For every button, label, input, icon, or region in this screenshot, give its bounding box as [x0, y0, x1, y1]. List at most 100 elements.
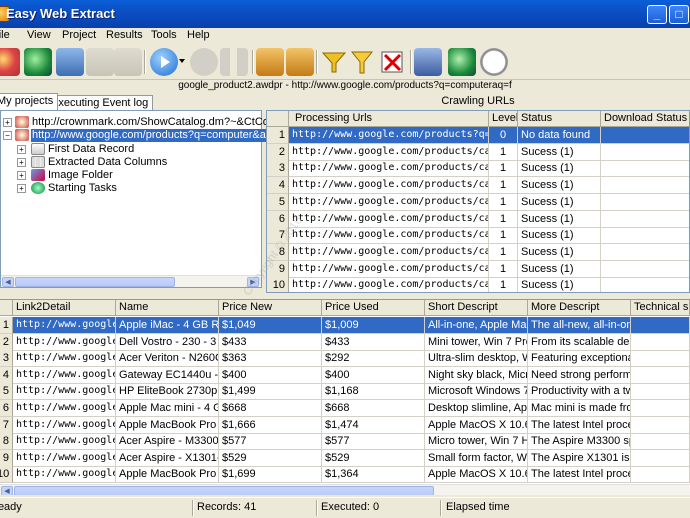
- crawl-cell-level[interactable]: 1: [489, 143, 518, 161]
- result-cell-row-number[interactable]: 4: [0, 366, 13, 384]
- result-cell-more-descript[interactable]: Need strong performanc: [528, 366, 631, 384]
- result-cell-price-used[interactable]: $1,474: [322, 416, 425, 434]
- menu-help[interactable]: Help: [187, 29, 210, 41]
- crawl-cell-status[interactable]: Sucess (1): [518, 160, 601, 178]
- play-icon[interactable]: [150, 48, 178, 76]
- result-cell-link2detail[interactable]: http://www.google.c: [13, 383, 116, 401]
- result-cell-price-used[interactable]: $400: [322, 366, 425, 384]
- col-header-status[interactable]: Status: [518, 111, 601, 127]
- result-cell-more-descript[interactable]: The latest Intel processo: [528, 466, 631, 484]
- result-cell-price-new[interactable]: $363: [219, 350, 322, 368]
- crawl-cell-processing-url[interactable]: http://www.google.com/products/catalog?: [289, 177, 489, 195]
- menu-view[interactable]: View: [27, 29, 51, 41]
- result-cell-link2detail[interactable]: http://www.google.c: [13, 433, 116, 451]
- collapse-icon[interactable]: −: [3, 131, 12, 140]
- result-cell-more-descript[interactable]: Productivity with a twist,: [528, 383, 631, 401]
- crawl-cell-download-status[interactable]: [601, 144, 689, 161]
- result-cell-technical-spec[interactable]: [631, 433, 690, 451]
- crawl-cell-row-number[interactable]: 7: [267, 227, 289, 245]
- crawl-cell-processing-url[interactable]: http://www.google.com/products/catalog?: [289, 160, 489, 178]
- crawl-cell-download-status[interactable]: [601, 244, 689, 261]
- col-header-short-descript[interactable]: Short Descript: [425, 300, 528, 316]
- result-cell-link2detail[interactable]: http://www.google.c: [13, 317, 116, 334]
- crawl-cell-status[interactable]: Sucess (1): [518, 227, 601, 245]
- menu-results[interactable]: Results: [106, 29, 143, 41]
- result-cell-technical-spec[interactable]: [631, 350, 690, 368]
- col-header-name[interactable]: Name: [116, 300, 219, 316]
- tab-my-projects[interactable]: My projects: [0, 93, 59, 110]
- result-cell-technical-spec[interactable]: [631, 449, 690, 467]
- crawl-cell-row-number[interactable]: 4: [267, 177, 289, 195]
- result-cell-more-descript[interactable]: The Aspire M3300 sport: [528, 433, 631, 451]
- crawl-cell-level[interactable]: 1: [489, 210, 518, 228]
- col-header-level[interactable]: Level: [489, 111, 518, 127]
- result-cell-price-new[interactable]: $529: [219, 449, 322, 467]
- crawl-cell-row-number[interactable]: 9: [267, 260, 289, 278]
- result-cell-more-descript[interactable]: The Aspire X1301 is the: [528, 449, 631, 467]
- result-cell-short-descript[interactable]: All-in-one, Apple MacOS: [425, 317, 528, 334]
- result-cell-short-descript[interactable]: Micro tower, Win 7 Hom: [425, 433, 528, 451]
- play-dropdown-icon[interactable]: [179, 59, 185, 63]
- result-cell-name[interactable]: Dell Vostro - 230 - 3 GB I: [116, 333, 219, 351]
- crawl-cell-level[interactable]: 1: [489, 227, 518, 245]
- result-cell-name[interactable]: Apple MacBook Pro - Co: [116, 416, 219, 434]
- result-cell-row-number[interactable]: 7: [0, 416, 13, 434]
- crawl-cell-processing-url[interactable]: http://www.google.com/products/catalog?: [289, 210, 489, 228]
- result-cell-short-descript[interactable]: Apple MacOS X 10.6, S: [425, 466, 528, 484]
- result-cell-price-new[interactable]: $1,666: [219, 416, 322, 434]
- result-cell-more-descript[interactable]: The all-new, all-in-one iM: [528, 317, 631, 334]
- result-cell-price-used[interactable]: $433: [322, 333, 425, 351]
- result-cell-short-descript[interactable]: Desktop slimline, Apple M: [425, 400, 528, 417]
- result-cell-name[interactable]: Acer Veriton - N260G-U/: [116, 350, 219, 368]
- crawl-cell-row-number[interactable]: 10: [267, 277, 289, 292]
- crawl-cell-download-status[interactable]: [601, 227, 689, 245]
- result-cell-row-number[interactable]: 10: [0, 466, 13, 484]
- result-cell-price-new[interactable]: $1,699: [219, 466, 322, 484]
- crawl-cell-download-status[interactable]: [601, 211, 689, 228]
- result-cell-row-number[interactable]: 9: [0, 449, 13, 467]
- result-cell-more-descript[interactable]: Featuring exceptional co: [528, 350, 631, 368]
- crawl-cell-processing-url[interactable]: http://www.google.com/products?q=compute…: [289, 127, 489, 144]
- crawl-cell-status[interactable]: No data found: [518, 127, 601, 144]
- scroll-thumb[interactable]: [14, 486, 434, 495]
- expand-icon[interactable]: +: [17, 171, 26, 180]
- home-icon[interactable]: [56, 48, 84, 76]
- result-cell-price-used[interactable]: $1,364: [322, 466, 425, 484]
- expand-icon[interactable]: +: [3, 118, 12, 127]
- result-cell-row-number[interactable]: 2: [0, 333, 13, 351]
- minimize-button[interactable]: _: [647, 5, 667, 24]
- result-cell-price-new[interactable]: $1,499: [219, 383, 322, 401]
- result-cell-technical-spec[interactable]: [631, 317, 690, 334]
- menu-tools[interactable]: Tools: [151, 29, 177, 41]
- crawl-cell-processing-url[interactable]: http://www.google.com/products/catalog?: [289, 143, 489, 161]
- results-hscrollbar[interactable]: ◀: [0, 484, 690, 495]
- scroll-left-icon[interactable]: ◀: [1, 486, 13, 495]
- result-cell-name[interactable]: Apple iMac - 4 GB RAM -: [116, 317, 219, 334]
- result-cell-name[interactable]: Gateway EC1440u - Cele: [116, 366, 219, 384]
- filter-icon[interactable]: [320, 48, 348, 76]
- tree-hscrollbar[interactable]: ◀ ▶: [1, 275, 261, 287]
- result-cell-technical-spec[interactable]: [631, 400, 690, 417]
- result-cell-price-new[interactable]: $1,049: [219, 317, 322, 334]
- col-header-more-descript[interactable]: More Descript: [528, 300, 631, 316]
- result-cell-name[interactable]: HP EliteBook 2730p - Co: [116, 383, 219, 401]
- new-project-icon[interactable]: [0, 48, 20, 76]
- result-cell-more-descript[interactable]: From its scalable design: [528, 333, 631, 351]
- col-header-download-status[interactable]: Download Status: [601, 111, 689, 127]
- result-cell-price-new[interactable]: $668: [219, 400, 322, 417]
- crawl-cell-download-status[interactable]: [601, 127, 689, 144]
- result-cell-price-used[interactable]: $1,009: [322, 317, 425, 334]
- funnel-icon[interactable]: [348, 48, 376, 76]
- result-cell-more-descript[interactable]: Mac mini is made from s: [528, 400, 631, 417]
- crawl-cell-level[interactable]: 1: [489, 243, 518, 261]
- result-cell-technical-spec[interactable]: [631, 383, 690, 401]
- menu-file[interactable]: File: [0, 29, 10, 41]
- result-cell-name[interactable]: Apple MacBook Pro - Co: [116, 466, 219, 484]
- result-cell-price-used[interactable]: $1,168: [322, 383, 425, 401]
- crawl-cell-download-status[interactable]: [601, 277, 689, 292]
- result-cell-short-descript[interactable]: Apple MacOS X 10.6, S: [425, 416, 528, 434]
- crawl-cell-level[interactable]: 1: [489, 177, 518, 195]
- result-cell-technical-spec[interactable]: [631, 416, 690, 434]
- crawl-cell-status[interactable]: Sucess (1): [518, 260, 601, 278]
- crawl-cell-level[interactable]: 0: [489, 127, 518, 144]
